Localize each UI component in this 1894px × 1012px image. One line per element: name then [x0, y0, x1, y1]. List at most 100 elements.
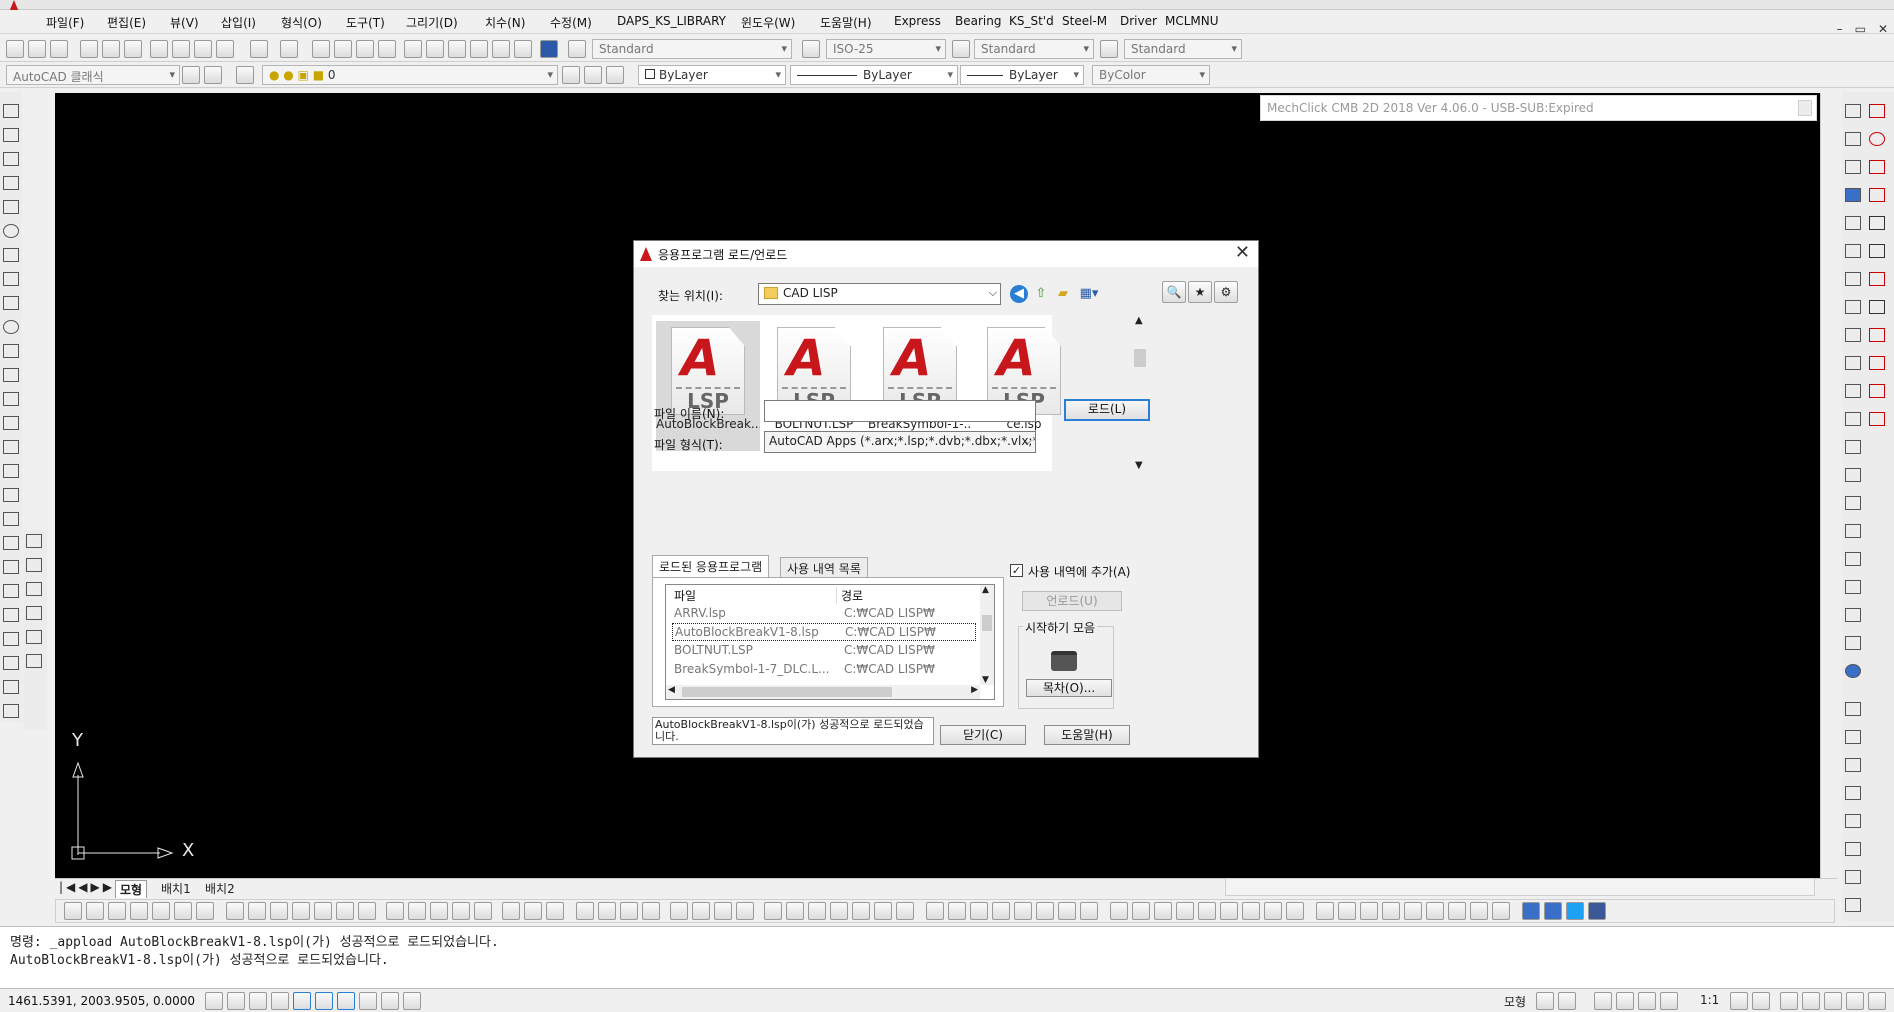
make-current-icon[interactable]	[562, 66, 580, 84]
offset-icon[interactable]	[3, 608, 19, 622]
bottom-tool-19-icon[interactable]	[474, 902, 492, 920]
bottom-tool-8-icon[interactable]	[226, 902, 244, 920]
workspace-switch-icon[interactable]	[1780, 992, 1798, 1010]
bottom-tool-31-icon[interactable]	[764, 902, 782, 920]
thread-red-icon[interactable]	[1869, 412, 1885, 426]
spline-icon[interactable]	[3, 296, 19, 310]
bottom-tool-48-icon[interactable]	[1154, 902, 1172, 920]
bottom-tool-6-icon[interactable]	[174, 902, 192, 920]
filetype-select[interactable]: AutoCAD Apps (*.arx;*.lsp;*.dvb;*.dbx;*.…	[764, 431, 1036, 453]
new-folder-icon[interactable]: ▰	[1054, 285, 1072, 303]
object-icon[interactable]	[1845, 384, 1861, 398]
dynamic-ucs-icon[interactable]	[359, 992, 377, 1010]
layer-properties-icon[interactable]	[236, 66, 254, 84]
table-icon[interactable]	[3, 488, 19, 502]
tool-palettes-icon[interactable]	[448, 40, 466, 58]
bottom-tool-35-icon[interactable]	[852, 902, 870, 920]
erase-icon[interactable]	[3, 536, 19, 550]
polyline-icon[interactable]	[3, 152, 19, 166]
bottom-tool-36-icon[interactable]	[874, 902, 892, 920]
dim-style-icon[interactable]	[802, 40, 820, 58]
document-icon[interactable]	[1845, 636, 1861, 650]
tab-layout2[interactable]: 배치2	[201, 880, 239, 897]
snap-mode-icon[interactable]	[227, 992, 245, 1010]
bottom-tool-37-icon[interactable]	[896, 902, 914, 920]
bottom-tool-29-icon[interactable]	[714, 902, 732, 920]
layer-previous-icon[interactable]	[584, 66, 602, 84]
move-icon[interactable]	[3, 656, 19, 670]
zoom-previous-icon[interactable]	[378, 40, 396, 58]
loaded-apps-list[interactable]: 파일 경로 ARRV.lsp C:₩CAD LISP₩ AutoBlockBre…	[665, 584, 995, 700]
construction-line-icon[interactable]	[3, 128, 19, 142]
publish-icon[interactable]	[124, 40, 142, 58]
bottom-tool-52-icon[interactable]	[1242, 902, 1260, 920]
bottom-tool-39-icon[interactable]	[948, 902, 966, 920]
undo-icon[interactable]	[250, 40, 268, 58]
bottom-help-icon[interactable]	[1522, 902, 1540, 920]
color-select[interactable]: ByLayer	[638, 65, 786, 85]
close-icon[interactable]: ✕	[1878, 22, 1888, 36]
line-icon[interactable]	[3, 104, 19, 118]
table-row[interactable]: BOLTNUT.LSP C:₩CAD LISP₩	[672, 642, 976, 660]
list-horizontal-scrollbar[interactable]: ◀ ▶	[666, 685, 980, 699]
unload-button[interactable]: 언로드(U)	[1022, 591, 1122, 611]
bottom-tool-9-icon[interactable]	[248, 902, 266, 920]
area-icon[interactable]	[1845, 132, 1861, 146]
bottom-tool-25-icon[interactable]	[620, 902, 638, 920]
bottom-tool-40-icon[interactable]	[970, 902, 988, 920]
workspace-select[interactable]: AutoCAD 클래식	[6, 65, 180, 85]
options-icon[interactable]: ⚙	[1214, 281, 1238, 303]
bottom-tool-53-icon[interactable]	[1264, 902, 1282, 920]
bottom-tool-45-icon[interactable]	[1080, 902, 1098, 920]
bottom-tool-60-icon[interactable]	[1426, 902, 1444, 920]
baseline-icon[interactable]	[1869, 244, 1885, 258]
contents-button[interactable]: 목차(O)...	[1026, 679, 1112, 697]
scroll-down-icon[interactable]: ▼	[1135, 460, 1143, 471]
close-button[interactable]: 닫기(C)	[940, 725, 1026, 745]
menu-bearing[interactable]: Bearing	[955, 14, 1001, 28]
scroll-thumb[interactable]	[982, 615, 992, 631]
model-space-label[interactable]: 모형	[1504, 993, 1526, 1010]
quick-view-drawings-icon[interactable]	[1558, 992, 1576, 1010]
minimize-icon[interactable]: –	[1837, 22, 1843, 36]
circle-red-icon[interactable]	[1869, 132, 1885, 146]
lineweight-select[interactable]: ByLayer	[960, 65, 1084, 85]
paste-icon[interactable]	[194, 40, 212, 58]
zoom-realtime-icon[interactable]	[334, 40, 352, 58]
menu-insert[interactable]: 삽입(I)	[221, 14, 256, 31]
bottom-tool-47-icon[interactable]	[1132, 902, 1150, 920]
infer-constraints-icon[interactable]	[205, 992, 223, 1010]
menu-steel-m[interactable]: Steel-M	[1062, 14, 1107, 28]
facebook-icon[interactable]	[1588, 902, 1606, 920]
copy-object-icon[interactable]	[3, 560, 19, 574]
menu-view[interactable]: 뷰(V)	[170, 14, 199, 31]
redo-icon[interactable]	[280, 40, 298, 58]
twitter-icon[interactable]	[1566, 902, 1584, 920]
hatch-icon[interactable]	[3, 416, 19, 430]
pencil-icon[interactable]	[1845, 496, 1861, 510]
insert-block-icon[interactable]	[3, 344, 19, 358]
mirror-icon[interactable]	[3, 584, 19, 598]
bottom-tool-44-icon[interactable]	[1058, 902, 1076, 920]
table-view-icon[interactable]	[1845, 552, 1861, 566]
bottom-tool-21-icon[interactable]	[524, 902, 542, 920]
menu-express[interactable]: Express	[894, 14, 941, 28]
menu-daps-ks-library[interactable]: DAPS_KS_LIBRARY	[617, 14, 726, 28]
layout-icon[interactable]	[1845, 356, 1861, 370]
lock-icon[interactable]	[1802, 992, 1820, 1010]
bottom-tool-32-icon[interactable]	[786, 902, 804, 920]
pan-status-icon[interactable]	[1594, 992, 1612, 1010]
bottom-tool-57-icon[interactable]	[1360, 902, 1378, 920]
copy-icon[interactable]	[172, 40, 190, 58]
workspace-settings-icon[interactable]	[182, 66, 200, 84]
bottom-tool-33-icon[interactable]	[808, 902, 826, 920]
list-icon[interactable]	[1845, 160, 1861, 174]
cube-grid-icon[interactable]	[1845, 814, 1861, 828]
command-line[interactable]: 명령: _appload AutoBlockBreakV1-8.lsp이(가) …	[0, 926, 1894, 988]
block-icon[interactable]	[1845, 328, 1861, 342]
array-icon[interactable]	[3, 632, 19, 646]
clean-screen-icon[interactable]	[1868, 992, 1886, 1010]
polygon-icon[interactable]	[3, 176, 19, 190]
bottom-tool-24-icon[interactable]	[598, 902, 616, 920]
bottom-tool-28-icon[interactable]	[692, 902, 710, 920]
